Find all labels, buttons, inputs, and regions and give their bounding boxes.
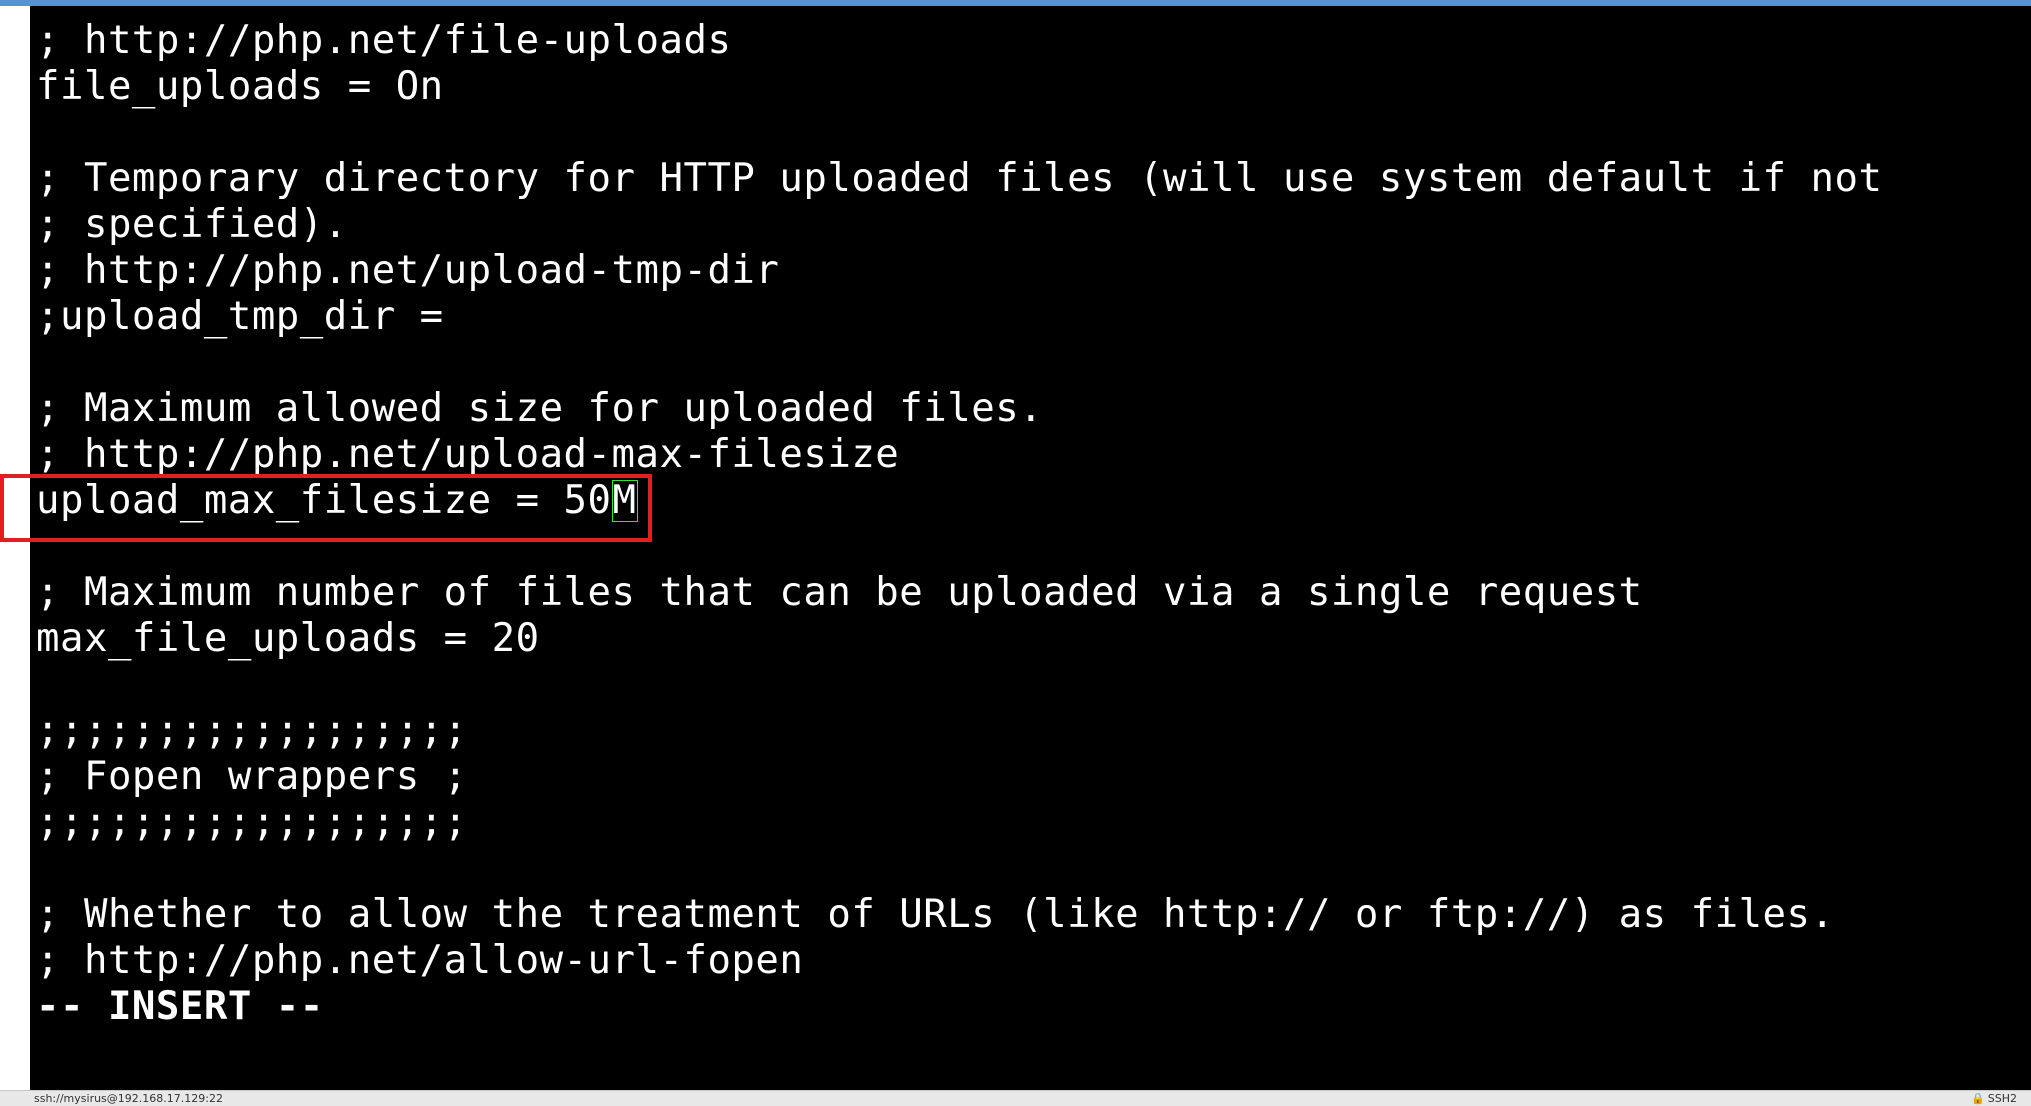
- terminal-line: ; specified).: [36, 202, 348, 247]
- terminal-line: max_file_uploads = 20: [36, 616, 540, 661]
- highlight-annotation-box: [0, 474, 652, 542]
- terminal-line: ; http://php.net/file-uploads: [36, 18, 732, 63]
- terminal-line: ; http://php.net/upload-max-filesize: [36, 432, 900, 477]
- protocol-label: SSH2: [1987, 1092, 2017, 1105]
- vim-mode-indicator: -- INSERT --: [36, 984, 324, 1029]
- status-bar: ssh://mysirus@192.168.17.129:22 🔒 SSH2: [0, 1090, 2031, 1106]
- protocol-indicator: 🔒 SSH2: [1971, 1091, 2017, 1106]
- terminal-line: ;;;;;;;;;;;;;;;;;;: [36, 708, 468, 753]
- connection-address: ssh://mysirus@192.168.17.129:22: [34, 1092, 223, 1105]
- lock-icon: 🔒: [1971, 1092, 1985, 1105]
- terminal-line: ; Maximum allowed size for uploaded file…: [36, 386, 1044, 431]
- terminal-line: ; Temporary directory for HTTP uploaded …: [36, 156, 1883, 201]
- terminal-editor[interactable]: ; http://php.net/file-uploads file_uploa…: [30, 6, 2031, 1090]
- terminal-line: ; http://php.net/upload-tmp-dir: [36, 248, 780, 293]
- terminal-line: ;upload_tmp_dir =: [36, 294, 444, 339]
- window-left-edge: [0, 6, 30, 1090]
- terminal-line: ; Whether to allow the treatment of URLs…: [36, 892, 1835, 937]
- terminal-line: ; Fopen wrappers ;: [36, 754, 468, 799]
- terminal-line: ; http://php.net/allow-url-fopen: [36, 938, 804, 983]
- terminal-line: file_uploads = On: [36, 64, 444, 109]
- terminal-line: ; Maximum number of files that can be up…: [36, 570, 1643, 615]
- terminal-line: ;;;;;;;;;;;;;;;;;;: [36, 800, 468, 845]
